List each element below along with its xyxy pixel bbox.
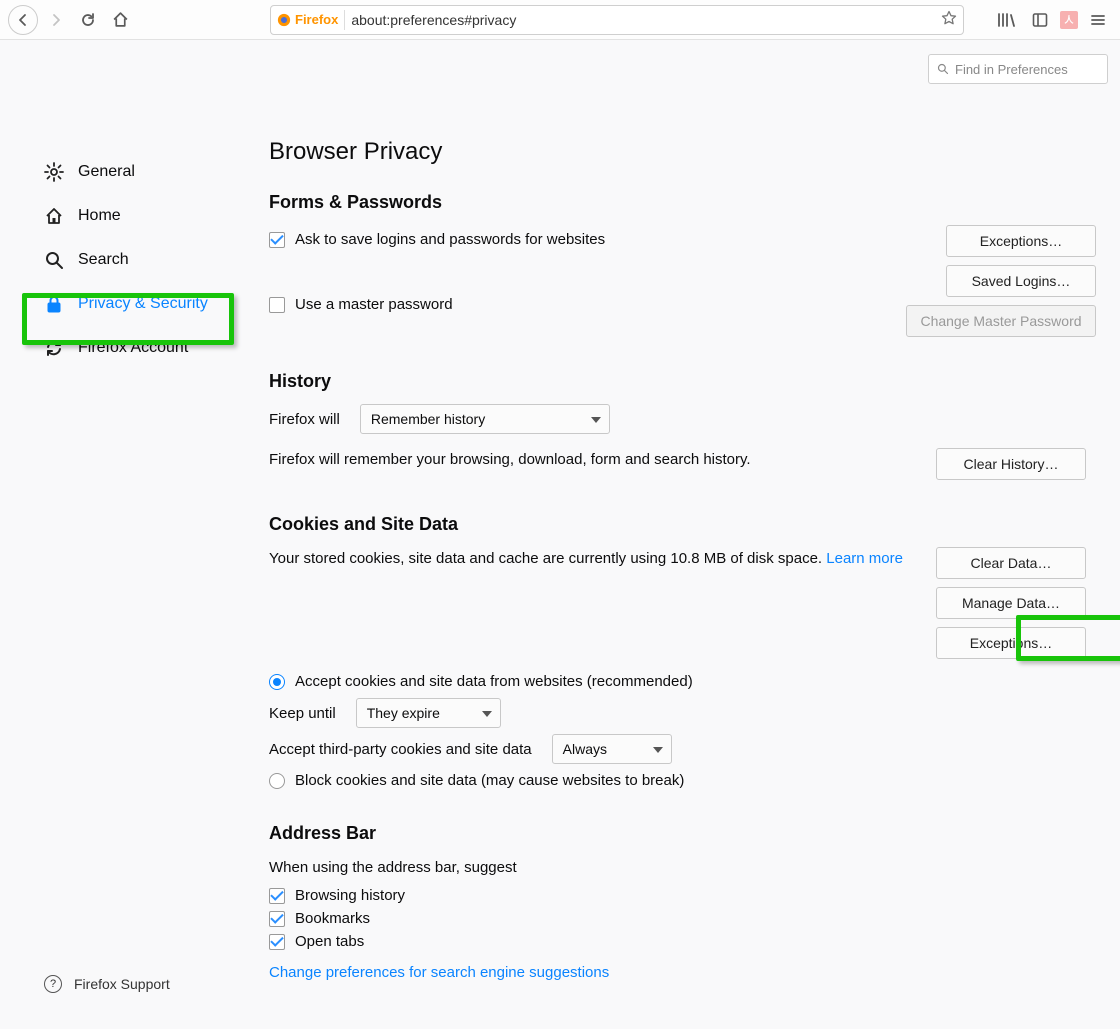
checkbox-label: Browsing history (295, 887, 405, 904)
url-text: about:preferences#privacy (351, 12, 935, 28)
find-in-preferences[interactable]: Find in Preferences (928, 54, 1108, 84)
checkbox-icon (269, 911, 285, 927)
firefox-icon (277, 13, 291, 27)
block-cookies-radio[interactable]: Block cookies and site data (may cause w… (269, 772, 1096, 789)
change-master-password-button[interactable]: Change Master Password (906, 305, 1096, 337)
exceptions-button[interactable]: Exceptions… (946, 225, 1096, 257)
bookmark-star-icon[interactable] (941, 10, 957, 30)
radio-icon (269, 674, 285, 690)
history-mode-select[interactable]: Remember history (360, 404, 610, 434)
identity-box[interactable]: Firefox (277, 10, 345, 30)
url-bar[interactable]: Firefox about:preferences#privacy (270, 5, 964, 35)
browser-toolbar: Firefox about:preferences#privacy 人 (0, 0, 1120, 40)
checkbox-icon (269, 232, 285, 248)
radio-label: Block cookies and site data (may cause w… (295, 772, 684, 789)
preferences-page: General Home Search Privacy & Security F… (0, 40, 1120, 1029)
manage-data-button[interactable]: Manage Data… (936, 587, 1086, 619)
cookies-description: Your stored cookies, site data and cache… (269, 547, 936, 570)
sidebar-icon[interactable] (1026, 6, 1054, 34)
search-icon (44, 250, 64, 270)
firefox-will-label: Firefox will (269, 411, 340, 428)
checkbox-icon (269, 934, 285, 950)
sidebar-item-label: Firefox Account (78, 339, 188, 357)
sidebar-item-label: Search (78, 251, 129, 269)
saved-logins-button[interactable]: Saved Logins… (946, 265, 1096, 297)
menu-icon[interactable] (1084, 6, 1112, 34)
master-password-checkbox[interactable]: Use a master password (269, 296, 880, 313)
search-placeholder: Find in Preferences (955, 62, 1068, 77)
address-intro: When using the address bar, suggest (269, 856, 1096, 879)
sidebar-item-label: Home (78, 207, 121, 225)
checkbox-label: Bookmarks (295, 910, 370, 927)
checkbox-icon (269, 297, 285, 313)
clear-history-button[interactable]: Clear History… (936, 448, 1086, 480)
learn-more-link[interactable]: Learn more (826, 550, 903, 567)
home-button[interactable] (106, 6, 134, 34)
back-button[interactable] (8, 5, 38, 35)
support-label: Firefox Support (74, 976, 170, 992)
lock-icon (44, 294, 64, 314)
change-search-prefs-link[interactable]: Change preferences for search engine sug… (269, 964, 609, 981)
checkbox-label: Use a master password (295, 296, 453, 313)
suggest-opentabs-checkbox[interactable]: Open tabs (269, 933, 1096, 950)
home-icon (44, 206, 64, 226)
pdf-icon[interactable]: 人 (1060, 11, 1078, 29)
cookies-exceptions-button[interactable]: Exceptions… (936, 627, 1086, 659)
help-icon: ? (44, 975, 62, 993)
sidebar-item-label: Privacy & Security (78, 295, 208, 313)
section-address-heading: Address Bar (269, 823, 1096, 844)
suggest-history-checkbox[interactable]: Browsing history (269, 887, 1096, 904)
library-icon[interactable] (992, 6, 1020, 34)
third-party-label: Accept third-party cookies and site data (269, 741, 532, 758)
sync-icon (44, 338, 64, 358)
category-sidebar: General Home Search Privacy & Security F… (0, 40, 245, 1029)
gear-icon (44, 162, 64, 182)
suggest-bookmarks-checkbox[interactable]: Bookmarks (269, 910, 1096, 927)
section-forms-heading: Forms & Passwords (269, 192, 1096, 213)
firefox-support-link[interactable]: ? Firefox Support (44, 975, 170, 993)
checkbox-icon (269, 888, 285, 904)
radio-label: Accept cookies and site data from websit… (295, 673, 693, 690)
history-description: Firefox will remember your browsing, dow… (269, 448, 936, 471)
search-icon (937, 63, 949, 75)
reload-button[interactable] (74, 6, 102, 34)
page-title: Browser Privacy (269, 138, 1096, 166)
keep-until-label: Keep until (269, 705, 336, 722)
sidebar-item-search[interactable]: Search (0, 238, 245, 282)
sidebar-item-general[interactable]: General (0, 150, 245, 194)
accept-cookies-radio[interactable]: Accept cookies and site data from websit… (269, 673, 1096, 690)
clear-data-button[interactable]: Clear Data… (936, 547, 1086, 579)
sidebar-item-label: General (78, 163, 135, 181)
sidebar-item-account[interactable]: Firefox Account (0, 326, 245, 370)
section-history-heading: History (269, 371, 1096, 392)
radio-icon (269, 773, 285, 789)
preferences-content: Find in Preferences Browser Privacy Form… (245, 40, 1120, 1029)
third-party-select[interactable]: Always (552, 734, 672, 764)
sidebar-item-home[interactable]: Home (0, 194, 245, 238)
keep-until-select[interactable]: They expire (356, 698, 501, 728)
checkbox-label: Ask to save logins and passwords for web… (295, 231, 605, 248)
brand-label: Firefox (295, 12, 338, 27)
ask-save-logins-checkbox[interactable]: Ask to save logins and passwords for web… (269, 231, 880, 248)
forward-button[interactable] (42, 6, 70, 34)
section-cookies-heading: Cookies and Site Data (269, 514, 1096, 535)
checkbox-label: Open tabs (295, 933, 364, 950)
sidebar-item-privacy[interactable]: Privacy & Security (0, 282, 245, 326)
